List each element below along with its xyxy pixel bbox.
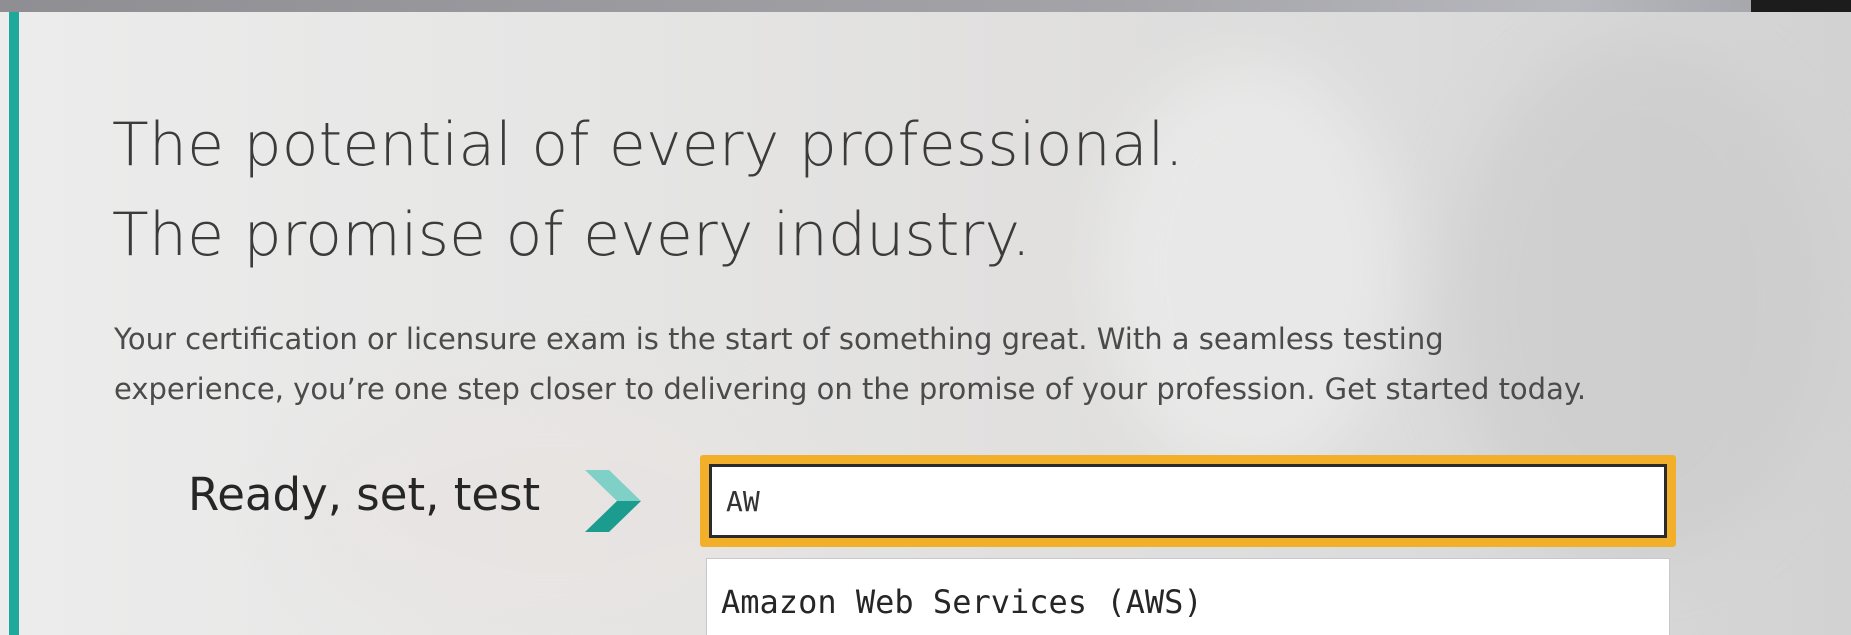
search-label: Ready, set, test — [188, 468, 541, 521]
top-corner — [1751, 0, 1851, 12]
top-bar — [0, 0, 1851, 12]
hero-description: Your certification or licensure exam is … — [114, 314, 1814, 414]
hero-section: The potential of every professional. The… — [0, 0, 1851, 635]
autocomplete-dropdown: Amazon Web Services (AWS) — [706, 558, 1670, 635]
headline-line-2: The promise of every industry. — [112, 200, 1031, 270]
headline-line-1: The potential of every professional. — [112, 110, 1184, 180]
page-title: The potential of every professional. The… — [112, 100, 1184, 280]
chevron-right-icon — [585, 470, 641, 532]
exam-search-input[interactable] — [709, 464, 1667, 538]
description-line-1: Your certification or licensure exam is … — [114, 322, 1444, 356]
description-line-2: experience, you’re one step closer to de… — [114, 372, 1587, 406]
search-field-focus-ring — [700, 455, 1676, 547]
accent-bar — [9, 12, 19, 635]
autocomplete-option[interactable]: Amazon Web Services (AWS) — [721, 583, 1203, 621]
